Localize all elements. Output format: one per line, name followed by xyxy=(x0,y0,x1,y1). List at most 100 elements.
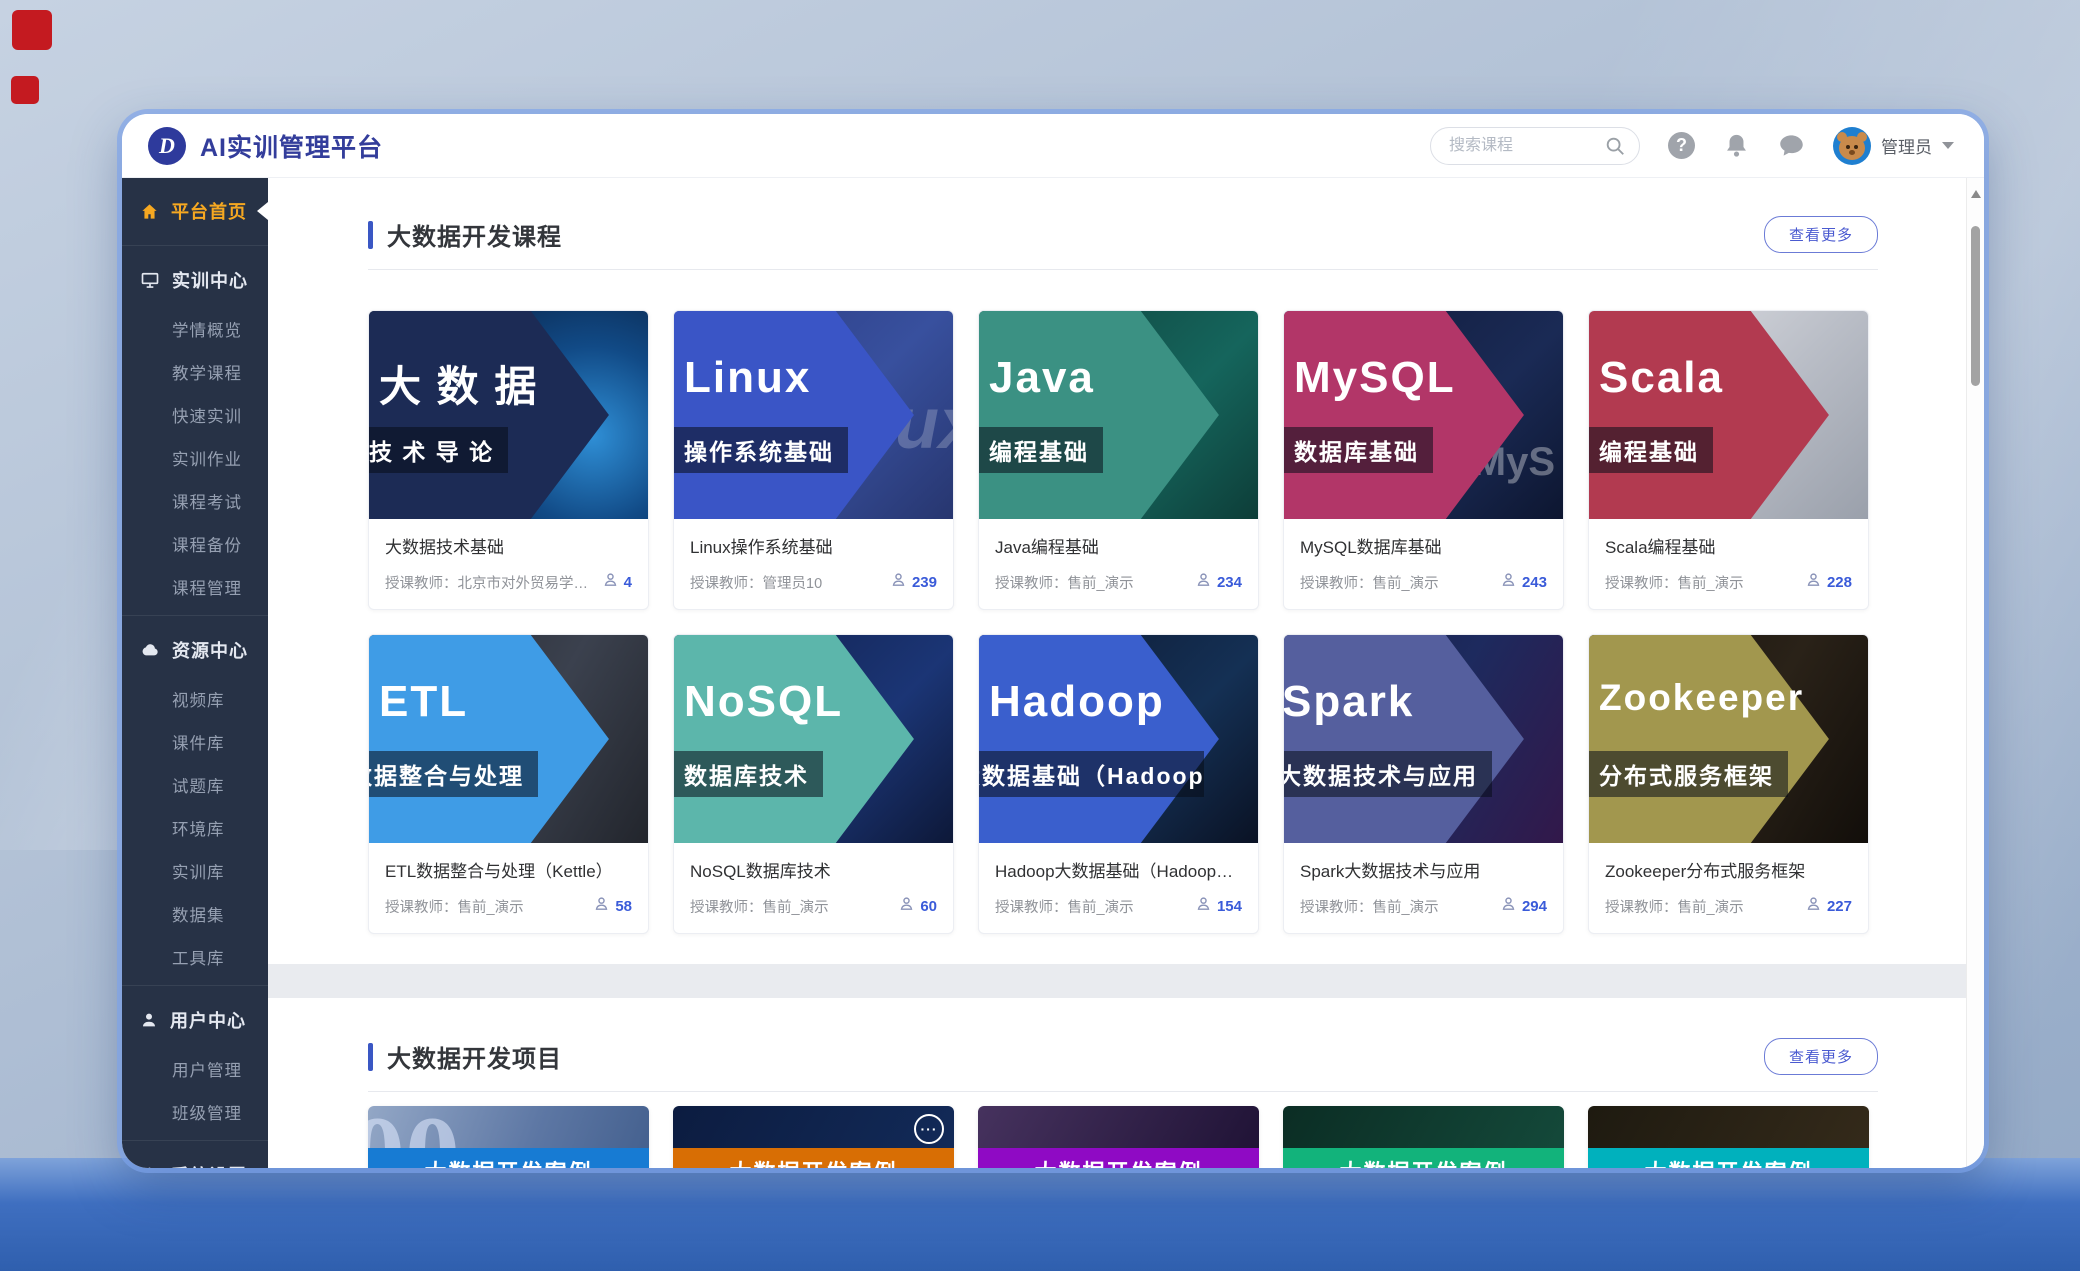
main-content: 大数据开发课程 查看更多 大 数 据 技 术 导 论 大数据技术基础 授课教师：… xyxy=(268,178,1984,1168)
projects-section: 大数据开发项目 查看更多 00 大数据开发案例 ··· 大数据开发案例 大数 xyxy=(268,998,1966,1168)
cloud-icon xyxy=(140,640,160,660)
app-window: D AI实训管理平台 ? xyxy=(122,114,1984,1168)
course-view-count: 243 xyxy=(1500,571,1547,593)
sidebar-item-home[interactable]: 平台首页 xyxy=(122,184,268,238)
project-card[interactable]: 00 大数据开发案例 xyxy=(368,1106,649,1168)
person-icon xyxy=(1500,895,1517,917)
cover-subtitle: 大数据基础（Hadoop3） xyxy=(979,751,1204,797)
cover-big-title: Spark xyxy=(1284,677,1414,727)
chat-icon[interactable] xyxy=(1778,132,1805,159)
project-card[interactable]: 大数据开发案例 xyxy=(1588,1106,1869,1168)
sidebar-subitem[interactable]: 教学课程 xyxy=(122,350,268,393)
course-card[interactable]: Zookeeper 分布式服务框架 Zookeeper分布式服务框架 授课教师：… xyxy=(1588,634,1869,934)
course-teacher: 授课教师：售前_演示 xyxy=(1300,896,1500,917)
home-icon xyxy=(140,202,159,221)
course-card[interactable]: NoSQL 数据库技术 NoSQL数据库技术 授课教师：售前_演示 60 xyxy=(673,634,954,934)
sidebar-item-label: 资源中心 xyxy=(172,637,248,663)
help-icon[interactable]: ? xyxy=(1668,132,1695,159)
course-card[interactable]: Scala 编程基础 Scala编程基础 授课教师：售前_演示 228 xyxy=(1588,310,1869,610)
course-cover: ETL 数据整合与处理 xyxy=(369,635,648,843)
cover-big-title: Scala xyxy=(1599,353,1724,403)
monitor-icon xyxy=(140,270,160,290)
sidebar-subitem[interactable]: 班级管理 xyxy=(122,1090,268,1133)
courses-section-title: 大数据开发课程 xyxy=(387,217,562,252)
sidebar-item-monitor[interactable]: 实训中心 xyxy=(122,253,268,307)
app-logo[interactable]: D xyxy=(148,127,186,165)
desktop-bottom-band xyxy=(0,1158,2080,1271)
sidebar-subitem[interactable]: 课程管理 xyxy=(122,565,268,608)
project-card[interactable]: 大数据开发案例 xyxy=(978,1106,1259,1168)
desktop-background: D AI实训管理平台 ? xyxy=(0,0,2080,1271)
sidebar-divider xyxy=(122,615,268,616)
app-header: D AI实训管理平台 ? xyxy=(122,114,1984,178)
scrollbar-up-arrow[interactable] xyxy=(1971,190,1981,198)
sidebar-item-cloud[interactable]: 资源中心 xyxy=(122,623,268,677)
course-cover: Hadoop 大数据基础（Hadoop3） xyxy=(979,635,1258,843)
scrollbar[interactable] xyxy=(1966,178,1984,1168)
course-title: Zookeeper分布式服务框架 xyxy=(1605,857,1852,882)
gear-icon xyxy=(140,1166,159,1169)
course-card[interactable]: MyS MySQL 数据库基础 MySQL数据库基础 授课教师：售前_演示 24… xyxy=(1283,310,1564,610)
user-menu[interactable]: 管理员 xyxy=(1833,127,1954,165)
cover-arrow xyxy=(369,311,648,519)
project-image: ··· xyxy=(673,1106,954,1148)
cover-subtitle: 操作系统基础 xyxy=(674,427,848,473)
sidebar-divider xyxy=(122,245,268,246)
project-card[interactable]: ··· 大数据开发案例 xyxy=(673,1106,954,1168)
sidebar-item-gear[interactable]: 系统设置 xyxy=(122,1148,268,1168)
scrollbar-thumb[interactable] xyxy=(1971,226,1980,386)
sidebar-subitem[interactable]: 学情概览 xyxy=(122,307,268,350)
course-title: Scala编程基础 xyxy=(1605,533,1852,558)
sidebar-subitem[interactable]: 快速实训 xyxy=(122,393,268,436)
course-card[interactable]: Spark 大数据技术与应用 Spark大数据技术与应用 授课教师：售前_演示 … xyxy=(1283,634,1564,934)
notification-bell-icon[interactable] xyxy=(1723,132,1750,159)
active-item-arrow xyxy=(257,202,268,220)
course-title: Java编程基础 xyxy=(995,533,1242,558)
sidebar-subitem[interactable]: 环境库 xyxy=(122,806,268,849)
projects-section-title: 大数据开发项目 xyxy=(387,1039,562,1074)
sidebar-subitem[interactable]: 工具库 xyxy=(122,935,268,978)
course-card[interactable]: ETL 数据整合与处理 ETL数据整合与处理（Kettle） 授课教师：售前_演… xyxy=(368,634,649,934)
cover-arrow xyxy=(979,311,1258,519)
chevron-down-icon xyxy=(1942,142,1954,149)
course-view-count: 227 xyxy=(1805,895,1852,917)
app-title: AI实训管理平台 xyxy=(200,128,383,164)
cover-subtitle: 数据库技术 xyxy=(674,751,823,797)
course-teacher: 授课教师：售前_演示 xyxy=(995,572,1195,593)
project-banner-label: 大数据开发案例 xyxy=(673,1148,954,1168)
sidebar-subitem[interactable]: 视频库 xyxy=(122,677,268,720)
sidebar-subitem[interactable]: 课件库 xyxy=(122,720,268,763)
cover-arrow xyxy=(1589,311,1868,519)
sidebar-subitem[interactable]: 课程备份 xyxy=(122,522,268,565)
course-card[interactable]: Hadoop 大数据基础（Hadoop3） Hadoop大数据基础（Hadoop… xyxy=(978,634,1259,934)
desktop-red-marker xyxy=(12,10,52,50)
cover-subtitle: 大数据技术与应用 xyxy=(1284,751,1492,797)
course-teacher: 授课教师：售前_演示 xyxy=(995,896,1195,917)
course-card[interactable]: 大 数 据 技 术 导 论 大数据技术基础 授课教师：北京市对外贸易学校教...… xyxy=(368,310,649,610)
sidebar-subitem[interactable]: 实训库 xyxy=(122,849,268,892)
cover-arrow xyxy=(674,635,953,843)
course-cover: Zookeeper 分布式服务框架 xyxy=(1589,635,1868,843)
person-icon xyxy=(898,895,915,917)
sidebar-subitem[interactable]: 数据集 xyxy=(122,892,268,935)
projects-more-button[interactable]: 查看更多 xyxy=(1764,1038,1878,1075)
project-image xyxy=(1588,1106,1869,1148)
search-icon[interactable] xyxy=(1604,135,1626,162)
course-teacher: 授课教师：售前_演示 xyxy=(1605,896,1805,917)
course-view-count: 294 xyxy=(1500,895,1547,917)
sidebar-subitem[interactable]: 课程考试 xyxy=(122,479,268,522)
sidebar-subitem[interactable]: 实训作业 xyxy=(122,436,268,479)
sidebar-subitem[interactable]: 用户管理 xyxy=(122,1047,268,1090)
course-teacher: 授课教师：管理员10 xyxy=(690,572,890,593)
course-card[interactable]: Linux Linux 操作系统基础 Linux操作系统基础 授课教师：管理员1… xyxy=(673,310,954,610)
section-gap xyxy=(268,964,1966,998)
sidebar-subitem[interactable]: 试题库 xyxy=(122,763,268,806)
course-title: Hadoop大数据基础（Hadoop3） xyxy=(995,857,1242,882)
courses-more-button[interactable]: 查看更多 xyxy=(1764,216,1878,253)
project-card[interactable]: 大数据开发案例 xyxy=(1283,1106,1564,1168)
project-grid: 00 大数据开发案例 ··· 大数据开发案例 大数据开发案例 大数据开发案例 xyxy=(368,1106,1878,1168)
course-card[interactable]: Java 编程基础 Java编程基础 授课教师：售前_演示 234 xyxy=(978,310,1259,610)
sidebar-item-user[interactable]: 用户中心 xyxy=(122,993,268,1047)
section-divider xyxy=(368,269,1878,270)
course-cover: NoSQL 数据库技术 xyxy=(674,635,953,843)
